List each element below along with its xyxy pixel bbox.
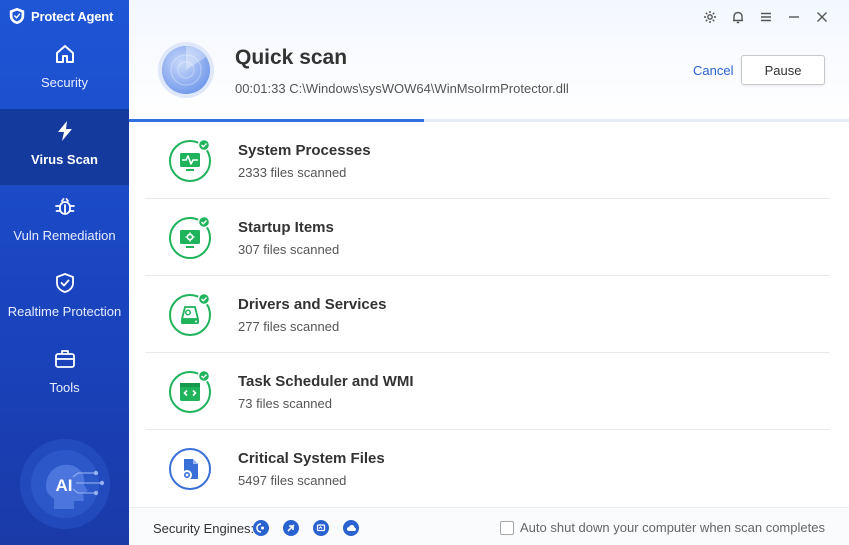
sidebar-item-virus-scan[interactable]: Virus Scan [0, 109, 129, 185]
scan-status-line: 00:01:33 C:\Windows\sysWOW64\WinMsoIrmPr… [235, 81, 569, 96]
monitor-activity-icon [169, 139, 211, 182]
scan-radar-icon [158, 42, 214, 98]
sidebar-item-realtime-protection[interactable]: Realtime Protection [0, 261, 129, 337]
auto-shutdown-label: Auto shut down your computer when scan c… [520, 520, 825, 535]
sidebar-item-label: Virus Scan [31, 152, 98, 167]
file-gear-icon [169, 448, 211, 490]
monitor-gear-icon [169, 216, 211, 259]
toolbox-icon [54, 348, 76, 370]
sidebar-item-label: Security [41, 75, 88, 90]
cancel-button[interactable]: Cancel [693, 63, 733, 78]
close-icon[interactable] [814, 9, 829, 24]
home-icon [54, 43, 76, 65]
scan-current-path: C:\Windows\sysWOW64\WinMsoIrmProtector.d… [289, 81, 569, 96]
scan-elapsed-time: 00:01:33 [235, 81, 286, 96]
sidebar-item-tools[interactable]: Tools [0, 337, 129, 413]
item-title: System Processes [238, 142, 371, 159]
list-item: Drivers and Services 277 files scanned [145, 276, 830, 353]
item-title: Startup Items [238, 219, 334, 236]
code-window-icon [169, 370, 211, 413]
item-title: Critical System Files [238, 450, 385, 467]
window-controls [702, 9, 829, 24]
item-title: Task Scheduler and WMI [238, 373, 414, 390]
list-item: Startup Items 307 files scanned [145, 199, 830, 276]
engine-3-icon[interactable] [313, 520, 329, 536]
sidebar: Protect Agent Security Virus Scan Vuln R… [0, 0, 129, 545]
sidebar-item-label: Tools [49, 380, 80, 395]
list-item: System Processes 2333 files scanned [145, 122, 830, 199]
engine-1-icon[interactable] [253, 520, 269, 536]
menu-icon[interactable] [758, 9, 773, 24]
footer-bar: Security Engines: Auto shut down your co… [129, 507, 849, 545]
item-files-scanned: 73 files scanned [238, 396, 332, 411]
item-files-scanned: 5497 files scanned [238, 473, 347, 488]
item-files-scanned: 2333 files scanned [238, 165, 347, 180]
ai-badge-label: AI [56, 476, 73, 495]
list-item: Critical System Files 5497 files scanned [145, 430, 830, 507]
auto-shutdown-option[interactable]: Auto shut down your computer when scan c… [500, 520, 825, 535]
item-files-scanned: 307 files scanned [238, 242, 340, 257]
cloud-engine-icon[interactable] [343, 520, 359, 536]
brand-name: Protect Agent [31, 8, 114, 24]
settings-icon[interactable] [702, 9, 717, 24]
notification-bell-icon[interactable] [730, 9, 745, 24]
check-badge-icon [197, 216, 211, 229]
sidebar-item-security[interactable]: Security [0, 32, 129, 108]
scan-title: Quick scan [235, 46, 348, 69]
drive-gear-icon [169, 293, 211, 336]
lightning-icon [54, 120, 76, 142]
check-badge-icon [197, 139, 211, 152]
brand: Protect Agent [0, 0, 129, 32]
check-badge-icon [197, 370, 211, 383]
item-title: Drivers and Services [238, 296, 387, 313]
sidebar-item-label: Vuln Remediation [13, 228, 116, 243]
sidebar-item-label: Realtime Protection [7, 304, 122, 319]
list-item: Task Scheduler and WMI 73 files scanned [145, 353, 830, 430]
auto-shutdown-checkbox[interactable] [500, 520, 514, 535]
engine-2-icon[interactable] [283, 520, 299, 536]
shield-logo-icon [9, 7, 25, 25]
minimize-icon[interactable] [786, 9, 801, 24]
security-engines-list [253, 520, 359, 536]
shield-check-icon [54, 272, 76, 294]
sidebar-item-vuln-remediation[interactable]: Vuln Remediation [0, 185, 129, 261]
pause-button[interactable]: Pause [741, 55, 825, 85]
bug-icon [54, 196, 76, 218]
security-engines-label: Security Engines: [153, 521, 255, 536]
item-files-scanned: 277 files scanned [238, 319, 340, 334]
check-badge-icon [197, 293, 211, 306]
ai-assistant-icon[interactable]: AI [18, 437, 112, 531]
